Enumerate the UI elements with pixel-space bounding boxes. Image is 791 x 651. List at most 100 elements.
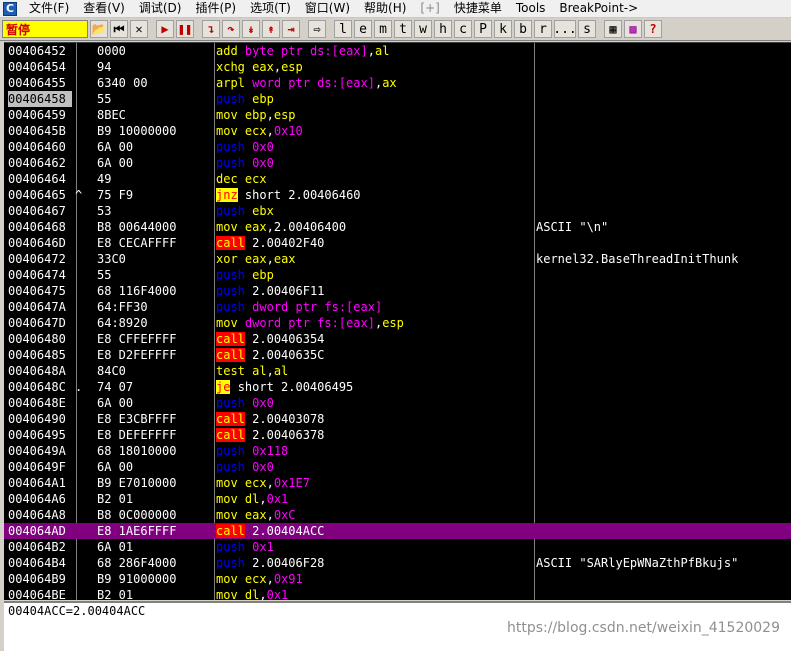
- app-icon[interactable]: C: [3, 1, 17, 16]
- window-button[interactable]: e: [354, 20, 372, 38]
- disasm-row[interactable]: 00406455 6340 00 arpl word ptr ds:[eax],ax: [4, 75, 791, 91]
- address: 00406462: [8, 156, 66, 170]
- mnemonic: arpl: [216, 76, 245, 90]
- mnemonic: call: [216, 524, 245, 538]
- menu-item[interactable]: 文件(F): [22, 0, 76, 17]
- operand: 2.00404ACC: [252, 524, 325, 538]
- address: 00406459: [8, 108, 66, 122]
- disasm-row[interactable]: 0040649F 6A 00 push 0x0: [4, 459, 791, 475]
- operand: 2.00406F28: [252, 556, 325, 570]
- hex-bytes: E8 DEFEFFFF: [97, 428, 177, 442]
- menu-item[interactable]: 插件(P): [188, 0, 243, 17]
- disasm-row[interactable]: 004064A8 B8 0C000000 mov eax,0xC: [4, 507, 791, 523]
- mnemonic: push: [216, 444, 245, 458]
- disasm-row[interactable]: 0040648A 84C0 test al,al: [4, 363, 791, 379]
- disasm-row[interactable]: 0040645B B9 10000000 mov ecx,0x10: [4, 123, 791, 139]
- address: 00406455: [8, 76, 66, 90]
- pause-icon[interactable]: ❚❚: [176, 20, 194, 38]
- hex-bytes: B2 01: [97, 492, 134, 506]
- disasm-row[interactable]: 004064B2 6A 01 push 0x1: [4, 539, 791, 555]
- disasm-row[interactable]: 00406468 B8 00644000 mov eax,2.00406400 ASC…: [4, 219, 791, 235]
- instruction: push dword ptr fs:[eax]: [216, 299, 534, 315]
- run-icon[interactable]: ▶: [156, 20, 174, 38]
- window-button[interactable]: w: [414, 20, 432, 38]
- disasm-row[interactable]: 0040648E 6A 00 push 0x0: [4, 395, 791, 411]
- disasm-row[interactable]: 00406458 55 push ebp: [4, 91, 791, 107]
- operand: ,: [266, 108, 274, 122]
- disasm-row[interactable]: 004064BE B2 01 mov dl,0x1: [4, 587, 791, 600]
- disasm-row[interactable]: 004064A6 B2 01 mov dl,0x1: [4, 491, 791, 507]
- operand: ,: [259, 588, 267, 600]
- disasm-row[interactable]: 00406465 ^ 75 F9 jnz short 2.00406460: [4, 187, 791, 203]
- disasm-row[interactable]: 00406460 6A 00 push 0x0: [4, 139, 791, 155]
- mnemonic: call: [216, 348, 245, 362]
- menu-item[interactable]: Tools: [509, 0, 553, 17]
- address: 004064B4: [8, 556, 66, 570]
- disasm-row[interactable]: 00406464 49 dec ecx: [4, 171, 791, 187]
- menu-item[interactable]: 帮助(H): [357, 0, 413, 17]
- step-over-icon[interactable]: ↷: [222, 20, 240, 38]
- disasm-row[interactable]: 00406485 E8 D2FEFFFF call 2.0040635C: [4, 347, 791, 363]
- menu-item[interactable]: 快捷菜单: [447, 0, 509, 17]
- disasm-row[interactable]: 0040646D E8 CECAFFFF call 2.00402F40: [4, 235, 791, 251]
- disassembly-pane[interactable]: 00406452 0000 add byte ptr ds:[eax],al 0040…: [4, 42, 791, 600]
- close-icon[interactable]: ✕: [130, 20, 148, 38]
- menu-item[interactable]: 调试(D): [132, 0, 189, 17]
- window-button[interactable]: h: [434, 20, 452, 38]
- operand: ,: [266, 476, 274, 490]
- hex-bytes: 64:8920: [97, 316, 148, 330]
- disasm-row[interactable]: 00406452 0000 add byte ptr ds:[eax],al: [4, 43, 791, 59]
- operand: ,: [367, 44, 375, 58]
- disasm-row[interactable]: 00406467 53 push ebx: [4, 203, 791, 219]
- disasm-row[interactable]: 004064AD E8 1AE6FFFF call 2.00404ACC: [4, 523, 791, 539]
- goto-icon[interactable]: ⇨: [308, 20, 326, 38]
- disasm-row[interactable]: 00406474 55 push ebp: [4, 267, 791, 283]
- window-button[interactable]: l: [334, 20, 352, 38]
- window-button[interactable]: b: [514, 20, 532, 38]
- trace-into-icon[interactable]: ↡: [242, 20, 260, 38]
- disasm-row[interactable]: 00406480 E8 CFFEFFFF call 2.00406354: [4, 331, 791, 347]
- window-button[interactable]: r: [534, 20, 552, 38]
- operand: 2.0040635C: [252, 348, 325, 362]
- disasm-row[interactable]: 00406472 33C0 xor eax,eax kernel32.BaseThre…: [4, 251, 791, 267]
- execute-till-return-icon[interactable]: ⇥: [282, 20, 300, 38]
- disasm-row[interactable]: 004064B4 68 286F4000 push 2.00406F28 ASCII …: [4, 555, 791, 571]
- window-button[interactable]: k: [494, 20, 512, 38]
- menu-item[interactable]: [+]: [413, 0, 446, 17]
- disasm-row[interactable]: 0040649A 68 18010000 push 0x118: [4, 443, 791, 459]
- disasm-row[interactable]: 00406454 94 xchg eax,esp: [4, 59, 791, 75]
- operand: 0x1: [252, 540, 274, 554]
- menu-item[interactable]: BreakPoint->: [552, 0, 645, 17]
- window-button[interactable]: P: [474, 20, 492, 38]
- mnemonic: call: [216, 332, 245, 346]
- disasm-row[interactable]: 00406475 68 116F4000 push 2.00406F11: [4, 283, 791, 299]
- disasm-row[interactable]: 00406459 8BEC mov ebp,esp: [4, 107, 791, 123]
- window-button[interactable]: s: [578, 20, 596, 38]
- menu-item[interactable]: 选项(T): [243, 0, 298, 17]
- disasm-row[interactable]: 0040648C. 74 07 je short 2.00406495: [4, 379, 791, 395]
- step-into-icon[interactable]: ↴: [202, 20, 220, 38]
- disasm-row[interactable]: 0040647D 64:8920 mov dword ptr fs:[eax],es…: [4, 315, 791, 331]
- disasm-row[interactable]: 00406495 E8 DEFEFFFF call 2.00406378: [4, 427, 791, 443]
- open-file-icon[interactable]: 📂: [90, 20, 108, 38]
- window-button[interactable]: m: [374, 20, 392, 38]
- options-icon[interactable]: ▦: [604, 20, 622, 38]
- hex-bytes: 75 F9: [97, 188, 134, 202]
- disasm-row[interactable]: 0040647A 64:FF30 push dword ptr fs:[eax]: [4, 299, 791, 315]
- disasm-row[interactable]: 00406462 6A 00 push 0x0: [4, 155, 791, 171]
- window-button[interactable]: ...: [553, 20, 577, 38]
- trace-over-icon[interactable]: ↟: [262, 20, 280, 38]
- menu-item[interactable]: 查看(V): [76, 0, 132, 17]
- operand: eax: [273, 252, 296, 266]
- hex-bytes: 68 286F4000: [97, 556, 177, 570]
- disasm-row[interactable]: 004064B9 B9 91000000 mov ecx,0x91: [4, 571, 791, 587]
- disasm-row[interactable]: 004064A1 B9 E7010000 mov ecx,0x1E7: [4, 475, 791, 491]
- appearance-icon[interactable]: ▩: [624, 20, 642, 38]
- menu-item[interactable]: 窗口(W): [298, 0, 357, 17]
- help-icon[interactable]: ?: [644, 20, 662, 38]
- window-button[interactable]: c: [454, 20, 472, 38]
- window-button[interactable]: t: [394, 20, 412, 38]
- disasm-row[interactable]: 00406490 E8 E3CBFFFF call 2.00403078: [4, 411, 791, 427]
- restart-icon[interactable]: ⏮: [110, 20, 128, 38]
- operand: 2.00406378: [252, 428, 325, 442]
